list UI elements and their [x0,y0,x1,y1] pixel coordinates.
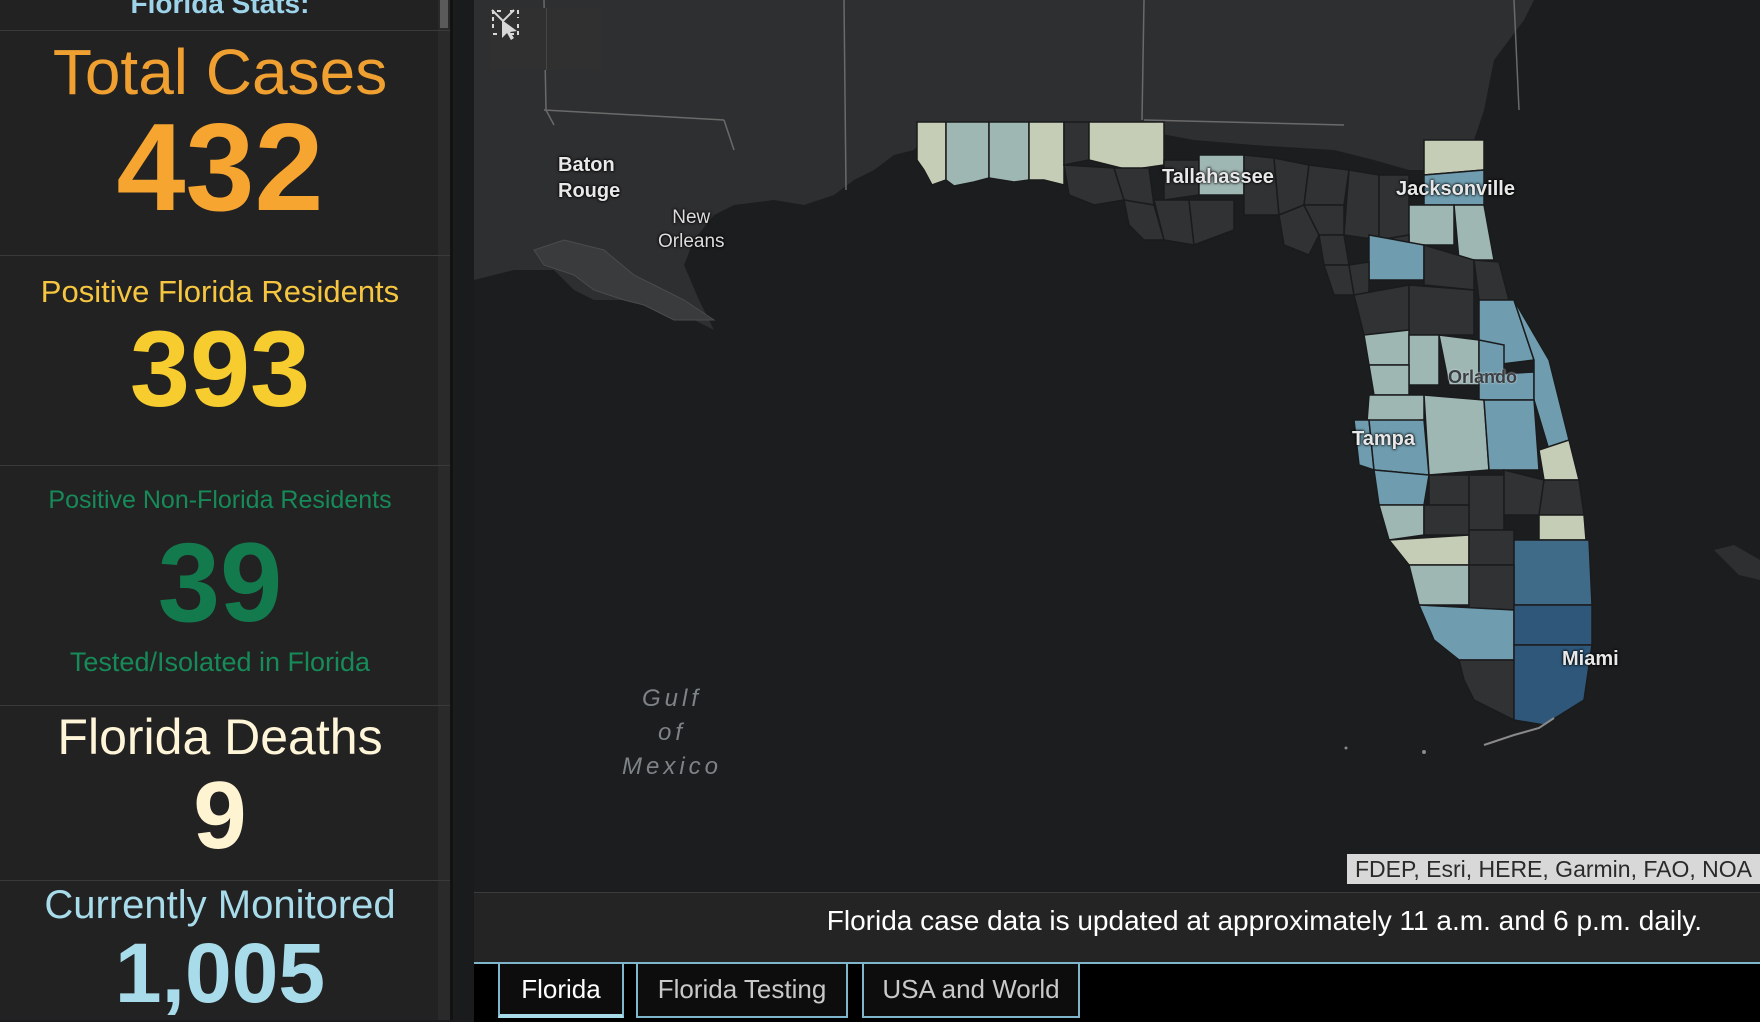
county-escambia [916,121,947,186]
county-osceola [1483,399,1540,471]
county-sarasota [1378,504,1425,541]
county-hendry [1468,564,1515,611]
map-tools [490,8,602,70]
county-desoto [1423,504,1470,536]
tab-usa-and-world[interactable]: USA and World [862,964,1080,1018]
place-label-tampa: Tampa [1352,428,1415,450]
gulf-label-line: Mexico [621,753,723,780]
total-cases-label: Total Cases [52,36,388,108]
place-label-baton-rouge: Baton Rouge [558,152,620,204]
bahamas-fragment [1714,545,1760,580]
county-holmes [1063,121,1090,166]
county-monroe-main [1458,659,1515,722]
monitored-label: Currently Monitored [44,883,396,927]
positive-residents-label: Positive Florida Residents [40,274,400,309]
county-manatee [1373,469,1430,506]
tab-florida[interactable]: Florida [498,964,624,1018]
tab-florida-testing[interactable]: Florida Testing [636,964,848,1018]
county-polk [1423,394,1490,476]
county-lafayette [1318,234,1350,266]
gulf-label-line: Gulf [641,685,702,712]
county-flagler [1473,259,1510,301]
place-label-line: Baton [558,154,615,176]
scrollbar-thumb[interactable] [440,0,448,28]
county-nassau [1423,139,1485,176]
select-options-dropdown[interactable] [491,8,603,70]
map-attribution[interactable]: FDEP, Esri, HERE, Garmin, FAO, NOA [1346,854,1760,884]
county-collier [1417,604,1515,661]
county-palm-beach [1513,539,1593,606]
positive-residents-card: Positive Florida Residents 393 [0,255,450,465]
county-broward [1513,604,1593,646]
county-lee [1408,564,1470,606]
tab-bar: Florida Florida Testing USA and World [474,962,1760,1022]
place-label-line: New [672,207,711,228]
monitored-card: Currently Monitored 1,005 [0,880,450,1020]
county-columbia [1343,169,1380,241]
place-label-new-orleans: New Orleans [658,206,725,254]
positive-non-residents-card: Positive Non-Florida Residents 39 Tested… [0,465,450,705]
county-martin [1538,514,1587,541]
place-label-line: Rouge [558,180,621,202]
county-jackson [1088,121,1165,171]
county-st-johns [1453,204,1495,261]
place-label-tallahassee: Tallahassee [1162,166,1274,188]
county-glades [1468,529,1515,566]
county-okeechobee [1503,469,1545,516]
dry-tortugas-dot [1344,746,1348,750]
total-cases-card: Total Cases 432 [0,30,450,255]
deaths-label: Florida Deaths [57,709,383,765]
place-label-line: Orleans [658,231,725,252]
stats-panel: Florida Stats: Total Cases 432 Positive … [0,0,453,1020]
positive-non-residents-label: Positive Non-Florida Residents [48,486,392,514]
county-santa-rosa [945,121,990,187]
county-marion [1408,284,1475,336]
county-pasco [1366,394,1425,423]
positive-non-residents-value: 39 [157,520,283,645]
place-label-orlando: Orlando [1448,367,1518,387]
gulf-of-mexico-label: Gulf of Mexico [612,682,732,784]
monitored-value: 1,005 [114,926,326,1020]
county-hardee [1428,474,1470,506]
county-walton [1028,121,1065,186]
county-charlotte [1387,534,1470,566]
county-highlands [1468,474,1505,531]
map-view[interactable]: Baton Rouge New Orleans Tallahassee Jack… [474,0,1760,892]
county-clay [1408,204,1455,246]
deaths-value: 9 [193,762,247,869]
county-citrus [1363,329,1410,366]
total-cases-value: 432 [116,99,324,237]
place-label-miami: Miami [1562,648,1619,670]
county-hamilton [1303,164,1350,206]
county-sumter [1408,334,1440,386]
update-note-bar: Florida case data is updated at approxim… [474,892,1760,962]
place-label-jacksonville: Jacksonville [1396,178,1515,200]
county-hernando [1368,364,1410,396]
gulf-label-line: of [657,719,686,746]
positive-non-residents-sublabel: Tested/Isolated in Florida [69,647,371,677]
county-indian-river [1538,439,1580,481]
positive-residents-value: 393 [129,308,311,429]
county-okaloosa [988,121,1030,183]
county-st-lucie [1538,479,1585,516]
panel-title: Florida Stats: [130,0,310,19]
key-west-dot [1422,750,1426,754]
deaths-card: Florida Deaths 9 [0,705,450,880]
county-wakulla [1188,199,1235,247]
update-note-text: Florida case data is updated at approxim… [826,905,1702,936]
